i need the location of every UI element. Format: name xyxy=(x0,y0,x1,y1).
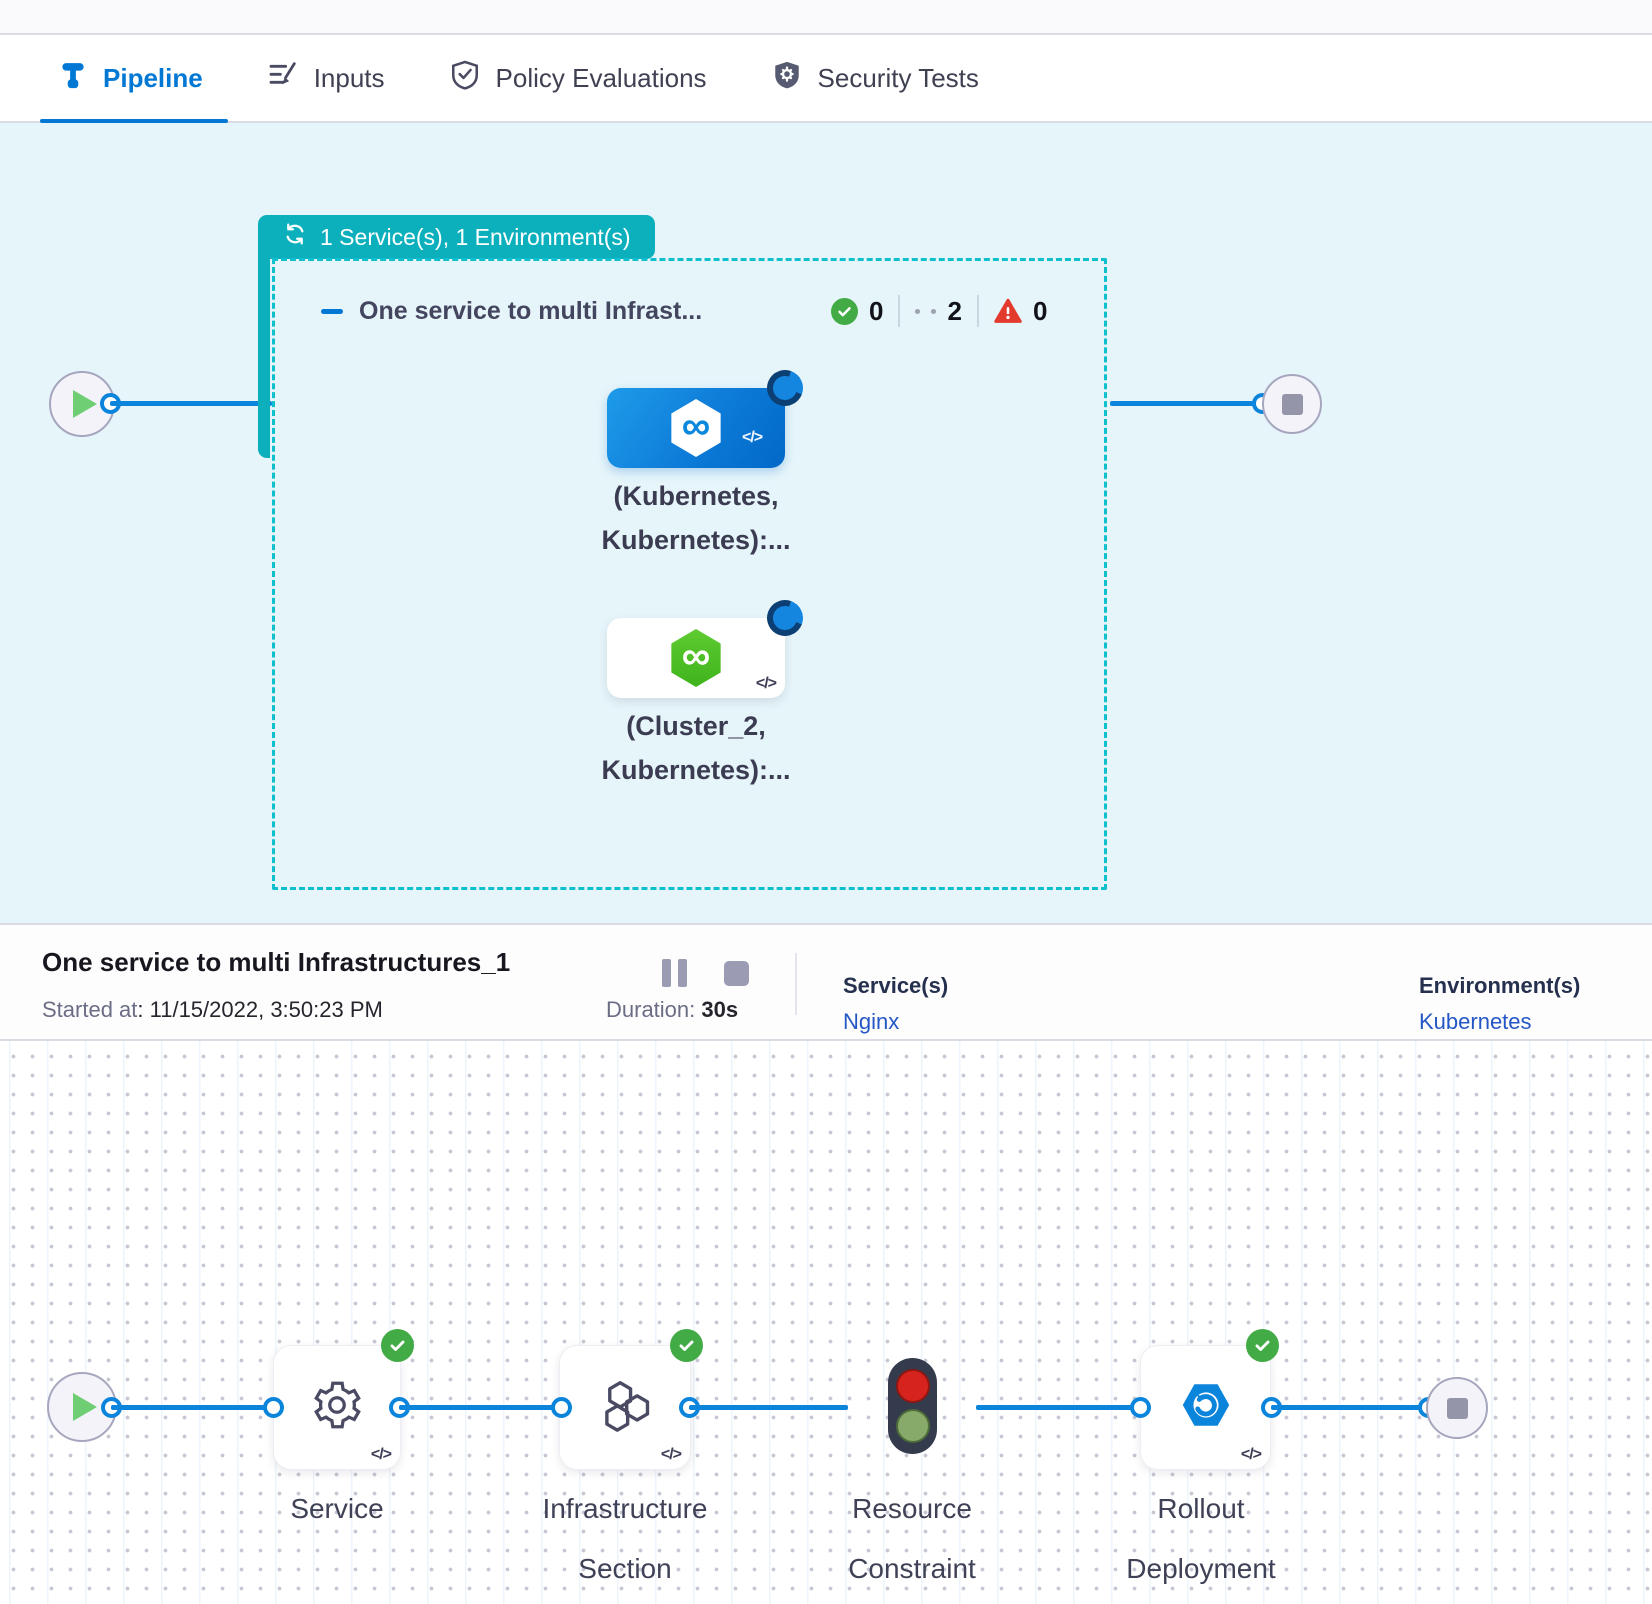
success-badge xyxy=(1246,1329,1279,1362)
step-label: Resource xyxy=(802,1493,1022,1525)
service-link[interactable]: Nginx xyxy=(843,1009,899,1035)
tab-security-tests[interactable]: Security Tests xyxy=(771,59,979,98)
code-icon: </> xyxy=(371,1446,391,1464)
stop-icon xyxy=(1447,1398,1468,1419)
edge xyxy=(399,1405,561,1410)
connector-dot xyxy=(551,1397,572,1418)
play-icon xyxy=(73,1393,97,1421)
matrix-node-label: (Cluster_2, xyxy=(546,711,846,742)
matrix-node-cluster2[interactable]: ∞ </> xyxy=(607,618,785,698)
divider xyxy=(795,953,797,1015)
play-icon xyxy=(73,390,97,418)
edge xyxy=(1110,401,1256,406)
matrix-node-label: Kubernetes):... xyxy=(546,525,846,556)
stage-graph-canvas: 1 Service(s), 1 Environment(s) One servi… xyxy=(0,123,1652,923)
step-service[interactable]: </> xyxy=(273,1345,401,1470)
environments-label: Environment(s) xyxy=(1419,973,1580,999)
edge xyxy=(110,401,272,406)
environment-link[interactable]: Kubernetes xyxy=(1419,1009,1532,1035)
pause-icon xyxy=(678,959,687,987)
stop-button[interactable] xyxy=(724,961,749,986)
success-badge xyxy=(670,1329,703,1362)
shield-check-icon xyxy=(449,59,481,98)
stage-status-counts: 0 2 0 xyxy=(831,295,1047,327)
tab-security-tests-label: Security Tests xyxy=(818,63,979,94)
code-icon: </> xyxy=(756,675,776,693)
stage-title: One service to multi Infrastructures_1 xyxy=(42,947,510,978)
tab-pipeline-label: Pipeline xyxy=(103,63,203,94)
step-label: Deployment xyxy=(1091,1553,1311,1585)
running-count: 2 xyxy=(947,296,961,327)
collapse-stage-button[interactable] xyxy=(321,309,343,314)
tab-policy-evaluations-label: Policy Evaluations xyxy=(496,63,707,94)
stage-group-title: One service to multi Infrast... xyxy=(359,297,702,326)
connector-dot xyxy=(263,1397,284,1418)
tab-inputs-label: Inputs xyxy=(314,63,385,94)
step-label: Constraint xyxy=(802,1553,1022,1585)
traffic-light-green xyxy=(896,1409,930,1443)
step-infrastructure-section[interactable]: </> xyxy=(559,1345,691,1470)
stop-icon xyxy=(1282,394,1303,415)
step-label: Rollout xyxy=(1091,1493,1311,1525)
matrix-node-label: Kubernetes):... xyxy=(546,755,846,786)
pause-icon xyxy=(662,959,671,987)
step-resource-constraint[interactable] xyxy=(888,1358,937,1454)
code-icon: </> xyxy=(661,1446,681,1464)
code-icon: </> xyxy=(742,429,776,463)
tab-pipeline[interactable]: Pipeline xyxy=(58,59,203,98)
code-icon: </> xyxy=(1241,1446,1261,1464)
divider xyxy=(977,295,979,327)
matrix-badge-tail xyxy=(258,257,270,458)
edge xyxy=(111,1405,273,1410)
loop-icon xyxy=(282,221,308,253)
pipeline-end-node xyxy=(1262,374,1322,434)
execution-graph-canvas: </> </> xyxy=(0,1041,1652,1604)
matrix-node-kubernetes[interactable]: ∞ </> xyxy=(607,388,785,468)
hexagons-icon xyxy=(596,1376,654,1439)
edge xyxy=(976,1405,1140,1410)
matrix-stage-group: One service to multi Infrast... 0 2 0 xyxy=(272,258,1107,890)
step-label: Section xyxy=(515,1553,735,1585)
matrix-badge-label: 1 Service(s), 1 Environment(s) xyxy=(320,224,631,251)
execution-status-bar: One service to multi Infrastructures_1 S… xyxy=(0,923,1652,1041)
divider xyxy=(898,295,900,327)
edge xyxy=(1271,1405,1428,1410)
success-count: 0 xyxy=(869,296,883,327)
tab-bar: Pipeline Inputs Policy Evaluations Secur… xyxy=(0,35,1652,123)
edge xyxy=(689,1405,848,1410)
tab-inputs[interactable]: Inputs xyxy=(267,59,385,98)
gear-icon xyxy=(309,1377,365,1438)
started-at: Started at: 11/15/2022, 3:50:23 PM xyxy=(42,997,383,1023)
running-dot xyxy=(931,309,936,314)
duration: Duration: 30s xyxy=(606,997,738,1023)
pipeline-execution-page: Pipeline Inputs Policy Evaluations Secur… xyxy=(0,0,1652,1604)
services-label: Service(s) xyxy=(843,973,948,999)
step-rollout-deployment[interactable]: </> xyxy=(1140,1345,1271,1470)
success-count-icon xyxy=(831,298,858,325)
step-label: Infrastructure xyxy=(515,1493,735,1525)
failed-count: 0 xyxy=(1033,296,1047,327)
top-strip xyxy=(0,0,1652,35)
running-dot xyxy=(915,309,920,314)
harness-environment-icon: ∞ xyxy=(668,629,724,687)
traffic-light-red xyxy=(896,1369,930,1403)
pipeline-icon xyxy=(58,59,88,98)
inputs-icon xyxy=(267,59,299,98)
matrix-badge[interactable]: 1 Service(s), 1 Environment(s) xyxy=(258,215,655,259)
pause-button[interactable] xyxy=(662,959,687,987)
connector-dot xyxy=(1130,1397,1151,1418)
execution-end-node xyxy=(1426,1377,1488,1439)
step-label: Service xyxy=(227,1493,447,1525)
harness-service-icon: ∞ xyxy=(668,399,724,457)
rollout-deployment-icon xyxy=(1177,1376,1235,1439)
matrix-node-label: (Kubernetes, xyxy=(546,481,846,512)
tab-policy-evaluations[interactable]: Policy Evaluations xyxy=(449,59,707,98)
success-badge xyxy=(381,1329,414,1362)
failed-count-icon xyxy=(994,298,1022,324)
shield-gear-icon xyxy=(771,59,803,98)
